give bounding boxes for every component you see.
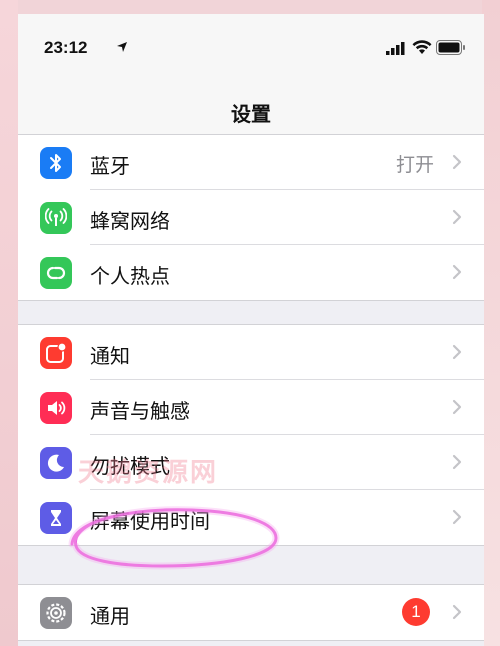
gear-icon xyxy=(40,597,72,629)
settings-row-cellular[interactable]: 蜂窝网络 xyxy=(18,190,484,245)
settings-row-personal-hotspot[interactable]: 个人热点 xyxy=(18,245,484,300)
personal-hotspot-label: 个人热点 xyxy=(90,266,170,288)
settings-row-notifications[interactable]: 通知 xyxy=(18,325,484,380)
background-left-edge xyxy=(0,0,18,646)
location-arrow-icon xyxy=(117,42,127,52)
chevron-right-icon xyxy=(452,509,462,525)
moon-icon xyxy=(40,447,72,479)
notifications-label: 通知 xyxy=(90,346,130,368)
general-label: 通用 xyxy=(90,606,130,628)
settings-group-general: 通用 1 xyxy=(18,584,484,641)
chevron-right-icon xyxy=(452,264,462,280)
sounds-haptics-label: 声音与触感 xyxy=(90,401,190,423)
background-right-edge xyxy=(482,0,500,646)
settings-row-sounds-haptics[interactable]: 声音与触感 xyxy=(18,380,484,435)
settings-row-general[interactable]: 通用 1 xyxy=(18,585,484,640)
chevron-right-icon xyxy=(452,399,462,415)
status-bar: 23:12 xyxy=(18,14,484,80)
page-title: 设置 xyxy=(231,104,271,126)
settings-group-connectivity: 蓝牙 打开 蜂窝网络 个人热点 xyxy=(18,134,484,301)
chevron-right-icon xyxy=(452,344,462,360)
settings-row-bluetooth[interactable]: 蓝牙 打开 xyxy=(18,135,484,190)
notifications-icon xyxy=(40,337,72,369)
update-badge: 1 xyxy=(402,598,430,626)
bluetooth-label: 蓝牙 xyxy=(90,156,130,178)
cellular-signal-icon xyxy=(386,42,405,55)
battery-icon xyxy=(436,40,465,55)
watermark-text: 天鹅资源网 xyxy=(78,457,219,487)
hand-drawn-highlight-circle xyxy=(68,506,280,570)
phone-screen: 23:12 设置 蓝牙 打开 蜂窝网络 个人热点 通知 声音与触感 勿扰模式 屏… xyxy=(18,14,484,646)
chevron-right-icon xyxy=(452,604,462,620)
bluetooth-icon xyxy=(40,147,72,179)
personal-hotspot-icon xyxy=(40,257,72,289)
chevron-right-icon xyxy=(452,154,462,170)
bluetooth-value: 打开 xyxy=(395,155,434,176)
speaker-icon xyxy=(40,392,72,424)
cellular-label: 蜂窝网络 xyxy=(90,211,170,233)
status-time: 23:12 xyxy=(44,38,88,57)
chevron-right-icon xyxy=(452,209,462,225)
wifi-icon xyxy=(412,40,432,54)
navigation-bar: 设置 xyxy=(18,80,484,137)
chevron-right-icon xyxy=(452,454,462,470)
cellular-antenna-icon xyxy=(40,202,72,234)
